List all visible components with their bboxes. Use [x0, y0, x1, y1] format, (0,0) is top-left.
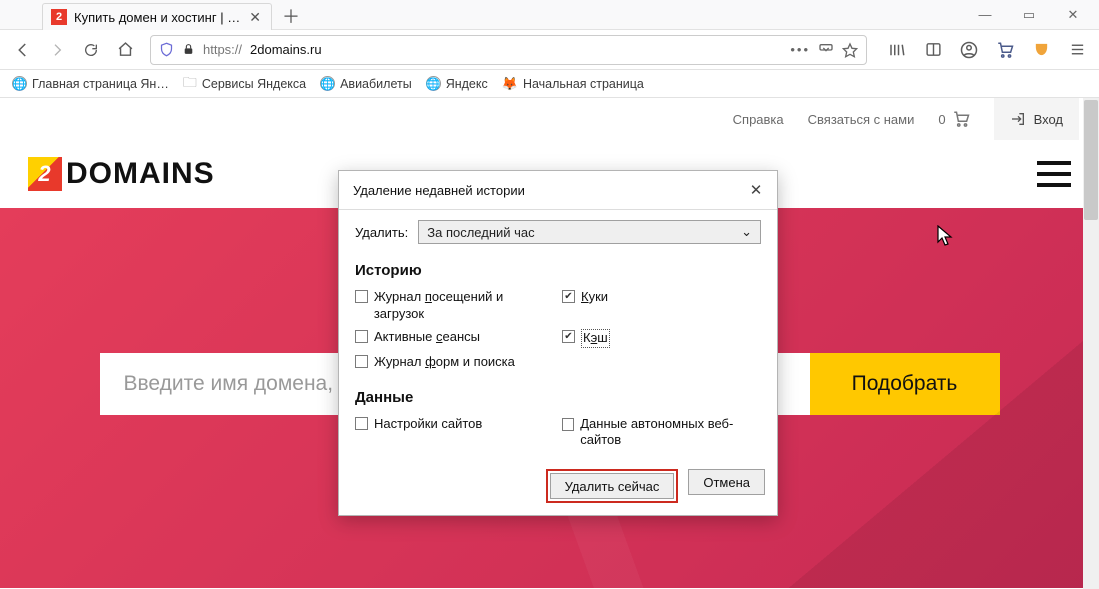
nav-reload-button[interactable] [76, 35, 106, 65]
window-maximize-icon[interactable]: ▭ [1007, 1, 1051, 29]
checkbox-icon [355, 330, 368, 343]
nav-back-button[interactable] [8, 35, 38, 65]
page-scrollbar[interactable] [1083, 98, 1099, 589]
url-host: 2domains.ru [250, 42, 322, 57]
nav-toolbar: https:// 2domains.ru ••• [0, 30, 1099, 70]
section-data-heading: Данные [355, 389, 761, 406]
reader-pocket-icon[interactable] [818, 42, 834, 58]
tab-strip: 2 Купить домен и хостинг | 2do... ✕ ＋ [42, 3, 304, 30]
bookmark-yandex-services[interactable]: 🗀Сервисы Яндекса [183, 72, 306, 96]
bookmark-star-icon[interactable] [842, 42, 858, 58]
library-icon[interactable] [883, 36, 911, 64]
time-range-select[interactable]: За последний час ⌄ [418, 220, 761, 244]
clear-now-button[interactable]: Удалить сейчас [550, 473, 675, 499]
bookmark-yandex-home[interactable]: 🌐Главная страница Ян… [12, 76, 169, 91]
page-utility-bar: Справка Связаться с нами 0 Вход [0, 98, 1099, 140]
section-history-heading: Историю [355, 262, 761, 279]
dialog-header: Удаление недавней истории ✕ [339, 171, 777, 210]
checkbox-icon: ✔ [562, 330, 575, 343]
url-protocol: https:// [203, 42, 242, 57]
help-link[interactable]: Справка [733, 112, 784, 127]
checkbox-site-settings[interactable]: Настройки сайтов [355, 416, 554, 450]
dialog-close-icon[interactable]: ✕ [745, 179, 767, 201]
folder-icon: 🗀 [183, 72, 197, 96]
delete-range-label: Удалить: [355, 225, 408, 240]
clear-history-dialog: Удаление недавней истории ✕ Удалить: За … [338, 170, 778, 516]
globe-icon: 🌐 [426, 76, 441, 91]
checkbox-offline-data[interactable]: Данные автономных веб-сайтов [562, 416, 761, 450]
bookmarks-bar: 🌐Главная страница Ян… 🗀Сервисы Яндекса 🌐… [0, 70, 1099, 98]
new-tab-button[interactable]: ＋ [278, 3, 304, 29]
shopping-cart-icon[interactable] [991, 36, 1019, 64]
dialog-title: Удаление недавней истории [353, 183, 525, 198]
checkbox-active-sessions[interactable]: Активные сеансы [355, 329, 554, 348]
address-bar[interactable]: https:// 2domains.ru ••• [150, 35, 867, 65]
login-button[interactable]: Вход [994, 98, 1079, 140]
window-close-icon[interactable]: ✕ [1051, 1, 1095, 29]
checkbox-icon [355, 417, 368, 430]
browser-tab-active[interactable]: 2 Купить домен и хостинг | 2do... ✕ [42, 3, 272, 30]
nav-forward-button[interactable] [42, 35, 72, 65]
bookmark-start-page[interactable]: 🦊Начальная страница [502, 76, 644, 92]
checkbox-cache[interactable]: ✔Кэш [562, 329, 761, 348]
window-titlebar: 2 Купить домен и хостинг | 2do... ✕ ＋ — … [0, 0, 1099, 30]
bookmark-aviabilety[interactable]: 🌐Авиабилеты [320, 76, 412, 91]
site-cart-button[interactable]: 0 [938, 110, 969, 128]
checkbox-cookies[interactable]: ✔Куки [562, 289, 761, 323]
clear-now-highlight: Удалить сейчас [546, 469, 679, 503]
contact-link[interactable]: Связаться с нами [808, 112, 915, 127]
checkbox-browsing-history[interactable]: Журнал посещений и загрузок [355, 289, 554, 323]
window-minimize-icon[interactable]: — [963, 1, 1007, 29]
scroll-thumb[interactable] [1084, 100, 1098, 220]
cancel-button[interactable]: Отмена [688, 469, 765, 495]
chevron-down-icon: ⌄ [741, 224, 752, 240]
sidebar-icon[interactable] [919, 36, 947, 64]
tab-close-icon[interactable]: ✕ [249, 9, 261, 26]
account-icon[interactable] [955, 36, 983, 64]
site-menu-button[interactable] [1037, 161, 1071, 187]
time-range-value: За последний час [427, 225, 534, 240]
logo-mark-icon: 2 [28, 157, 62, 191]
tab-favicon-icon: 2 [51, 9, 67, 25]
globe-icon: 🌐 [320, 76, 335, 91]
nav-home-button[interactable] [110, 35, 140, 65]
logo-text: DOMAINS [66, 157, 215, 191]
checkbox-icon: ✔ [562, 290, 575, 303]
checkbox-icon [562, 418, 574, 431]
tab-title: Купить домен и хостинг | 2do... [74, 10, 242, 25]
checkbox-icon [355, 290, 368, 303]
more-actions-icon[interactable]: ••• [790, 42, 810, 57]
lock-icon[interactable] [182, 43, 195, 56]
menu-icon[interactable] [1063, 36, 1091, 64]
cart-count-value: 0 [938, 112, 945, 127]
login-label: Вход [1034, 112, 1063, 127]
checkbox-form-history[interactable]: Журнал форм и поиска [355, 354, 554, 371]
tracking-shield-icon[interactable] [159, 42, 174, 57]
pocket-icon[interactable] [1027, 36, 1055, 64]
bookmark-yandex[interactable]: 🌐Яндекс [426, 76, 488, 91]
checkbox-icon [355, 355, 368, 368]
site-logo[interactable]: 2 DOMAINS [28, 157, 215, 191]
dialog-footer: Удалить сейчас Отмена [339, 463, 777, 515]
globe-icon: 🌐 [12, 76, 27, 91]
firefox-icon: 🦊 [502, 76, 518, 92]
